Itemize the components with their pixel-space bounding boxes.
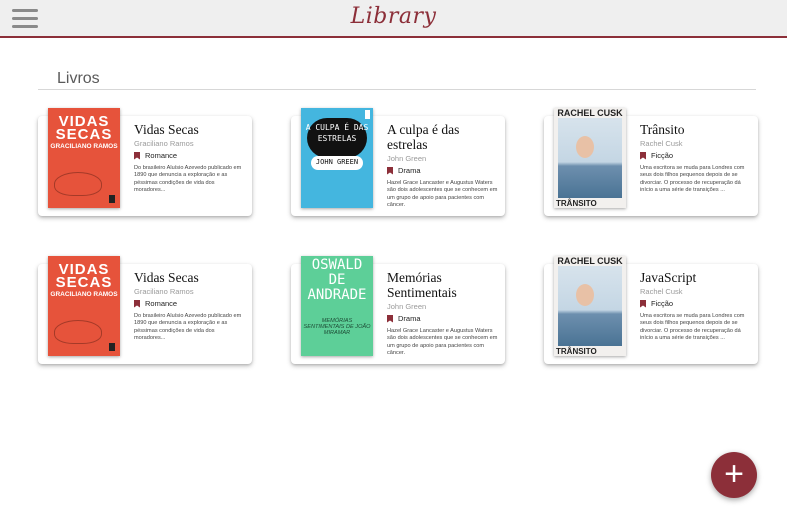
book-description: Do brasileiro Aluísio Azevedo publicado … [134,313,242,342]
book-author: Graciliano Ramos [134,139,194,148]
book-title: Vidas Secas [134,122,199,137]
book-cover-image: VIDAS SECAS GRACILIANO RAMOS [48,256,120,356]
book-description: Hazel Grace Lancaster e Augustus Waters … [387,328,498,357]
book-genre: Ficção [651,299,674,308]
bookmark-icon [387,166,393,175]
app-title: Library [350,4,437,29]
book-card[interactable]: OSWALD DE ANDRADE MEMÓRIAS SENTIMENTAIS … [291,256,505,364]
top-app-bar: Library [0,0,787,38]
cover-title: A CULPA É DAS ESTRELAS [305,123,369,143]
book-title: A culpa é das estrelas [387,122,460,152]
publisher-logo [109,343,115,351]
bookmark-icon [387,314,393,323]
book-description: Uma escritora se muda para Londres com s… [640,165,745,194]
publisher-logo [365,110,370,119]
book-card[interactable]: A CULPA É DAS ESTRELAS JOHN GREEN A culp… [291,108,505,216]
book-genre: Drama [398,166,421,175]
book-author: John Green [387,302,427,311]
book-card[interactable]: RACHEL CUSK TRÂNSITO Trânsito Rachel Cus… [544,108,758,216]
book-card[interactable]: VIDAS SECAS GRACILIANO RAMOS Vidas Secas… [38,108,252,216]
book-cover-image: A CULPA É DAS ESTRELAS JOHN GREEN [301,108,373,208]
cover-author: RACHEL CUSK [557,256,623,266]
cover-author: OSWALD DE ANDRADE [307,257,367,303]
book-genre: Ficção [651,151,674,160]
book-author: Rachel Cusk [640,287,683,296]
cover-hand-shape [576,284,594,306]
book-description: Hazel Grace Lancaster e Augustus Waters … [387,180,498,209]
book-title: Memórias Sentimentais [387,270,457,300]
book-card[interactable]: VIDAS SECAS GRACILIANO RAMOS Vidas Secas… [38,256,252,364]
bookmark-icon [134,299,140,308]
cover-title: MEMÓRIAS SENTIMENTAIS DE JOÃO MIRAMAR [303,318,371,336]
cover-illustration [54,320,102,344]
cover-title: VIDAS SECAS [55,261,113,291]
cover-photo [558,118,622,198]
bookmark-icon [134,151,140,160]
cover-hand-shape [576,136,594,158]
book-cover-image: VIDAS SECAS GRACILIANO RAMOS [48,108,120,208]
add-book-button[interactable]: + [711,452,757,498]
cover-author: GRACILIANO RAMOS [50,143,118,150]
bookmark-icon [640,299,646,308]
cover-title: TRÂNSITO [556,347,597,356]
book-author: John Green [387,154,427,163]
cover-author: RACHEL CUSK [557,108,623,118]
book-cover-image: RACHEL CUSK TRÂNSITO [554,256,626,356]
book-cover-image: OSWALD DE ANDRADE MEMÓRIAS SENTIMENTAIS … [301,256,373,356]
book-genre: Drama [398,314,421,323]
book-genre: Romance [145,299,178,308]
publisher-logo [109,195,115,203]
cover-title: TRÂNSITO [556,199,597,208]
cover-author: JOHN GREEN [315,158,359,166]
book-title: Vidas Secas [134,270,199,285]
book-description: Do brasileiro Aluísio Azevedo publicado … [134,165,242,194]
cover-photo [558,266,622,346]
cover-author: GRACILIANO RAMOS [50,291,118,298]
book-author: Rachel Cusk [640,139,683,148]
bookmark-icon [640,151,646,160]
book-card[interactable]: RACHEL CUSK TRÂNSITO JavaScript Rachel C… [544,256,758,364]
section-title: Livros [57,70,100,87]
book-title: JavaScript [640,270,697,285]
section-divider [38,89,756,90]
book-genre: Romance [145,151,178,160]
book-cover-image: RACHEL CUSK TRÂNSITO [554,108,626,208]
book-description: Uma escritora se muda para Londres com s… [640,313,745,342]
book-title: Trânsito [640,122,685,137]
cover-title: VIDAS SECAS [55,113,113,143]
book-author: Graciliano Ramos [134,287,194,296]
cover-illustration [54,172,102,196]
